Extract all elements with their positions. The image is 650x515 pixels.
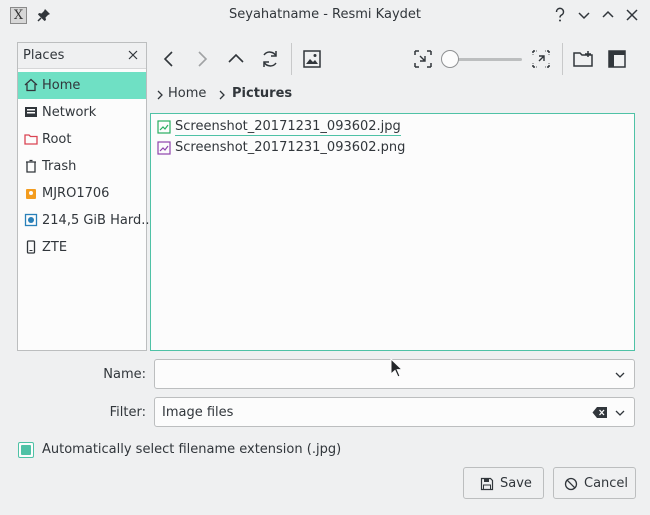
minimize-icon[interactable]	[575, 6, 593, 24]
toolbar-separator	[562, 43, 563, 75]
places-item-root[interactable]: Root	[18, 126, 146, 153]
places-item-trash[interactable]: Trash	[18, 153, 146, 180]
places-item-label: Home	[42, 78, 81, 93]
zoom-in-icon[interactable]	[529, 47, 553, 71]
reload-icon[interactable]	[258, 47, 282, 71]
cancel-icon	[564, 477, 578, 491]
forward-icon[interactable]	[190, 47, 214, 71]
file-name: Screenshot_20171231_093602.jpg	[175, 119, 401, 136]
places-header: Places	[18, 43, 146, 69]
mouse-cursor-icon	[390, 358, 404, 378]
places-item-label: Root	[42, 132, 72, 147]
chevron-down-icon[interactable]	[614, 408, 626, 418]
filter-value: Image files	[162, 405, 234, 420]
places-item-hard-drive[interactable]: 214,5 GiB Hard...	[18, 207, 154, 234]
preview-icon[interactable]	[300, 47, 324, 71]
breadcrumb-item-home[interactable]: Home	[168, 86, 206, 101]
places-item-label: Network	[42, 105, 97, 120]
file-list[interactable]: Screenshot_20171231_093602.jpg Screensho…	[150, 113, 635, 351]
help-icon[interactable]	[551, 6, 569, 24]
places-title: Places	[23, 48, 65, 63]
image-file-icon	[157, 141, 171, 155]
places-item-mjro1706[interactable]: MJRO1706	[18, 180, 146, 207]
list-item[interactable]: Screenshot_20171231_093602.jpg	[154, 117, 474, 137]
toolbar-separator	[291, 43, 292, 75]
zoom-out-icon[interactable]	[411, 47, 435, 71]
file-name: Screenshot_20171231_093602.png	[175, 140, 406, 155]
name-label: Name:	[103, 367, 146, 382]
title-bar: X Seyahatname - Resmi Kaydet	[0, 0, 650, 30]
clear-icon[interactable]	[592, 406, 608, 419]
list-item[interactable]: Screenshot_20171231_093602.png	[154, 138, 474, 158]
cancel-button[interactable]: Cancel	[553, 467, 636, 499]
places-item-label: MJRO1706	[42, 186, 110, 201]
zoom-slider-handle[interactable]	[441, 50, 459, 68]
close-icon[interactable]	[126, 48, 140, 62]
trash-icon	[26, 159, 36, 173]
places-item-network[interactable]: Network	[18, 99, 146, 126]
auto-extension-checkbox[interactable]	[18, 442, 34, 458]
places-item-home[interactable]: Home	[18, 72, 146, 99]
root-folder-icon	[24, 134, 38, 145]
places-panel: Places Home Network Root Trash MJRO1706 …	[17, 42, 154, 351]
back-icon[interactable]	[157, 47, 181, 71]
places-item-label: Trash	[42, 159, 77, 174]
chevron-right-icon[interactable]	[154, 89, 166, 101]
filter-select[interactable]: Image files	[154, 397, 635, 427]
home-icon	[24, 78, 38, 92]
hard-drive-icon	[24, 213, 38, 227]
phone-icon	[26, 240, 36, 254]
breadcrumb-item-pictures[interactable]: Pictures	[232, 86, 292, 101]
save-label: Save	[500, 476, 532, 491]
save-icon	[480, 477, 494, 491]
filter-label: Filter:	[109, 405, 146, 420]
close-icon[interactable]	[623, 6, 641, 24]
chevron-down-icon[interactable]	[614, 370, 626, 380]
chevron-right-icon[interactable]	[216, 89, 228, 101]
places-item-zte[interactable]: ZTE	[18, 234, 146, 261]
auto-extension-label[interactable]: Automatically select filename extension …	[42, 442, 341, 457]
save-button[interactable]: Save	[463, 467, 544, 499]
places-item-label: ZTE	[42, 240, 68, 255]
network-icon	[25, 107, 37, 117]
maximize-icon[interactable]	[599, 6, 617, 24]
up-icon[interactable]	[224, 47, 248, 71]
image-file-icon	[157, 120, 171, 134]
cancel-label: Cancel	[584, 476, 629, 491]
user-drive-icon	[26, 189, 36, 199]
places-item-label: 214,5 GiB Hard...	[42, 213, 154, 228]
view-options-icon[interactable]	[605, 47, 629, 71]
new-folder-icon[interactable]	[571, 47, 595, 71]
